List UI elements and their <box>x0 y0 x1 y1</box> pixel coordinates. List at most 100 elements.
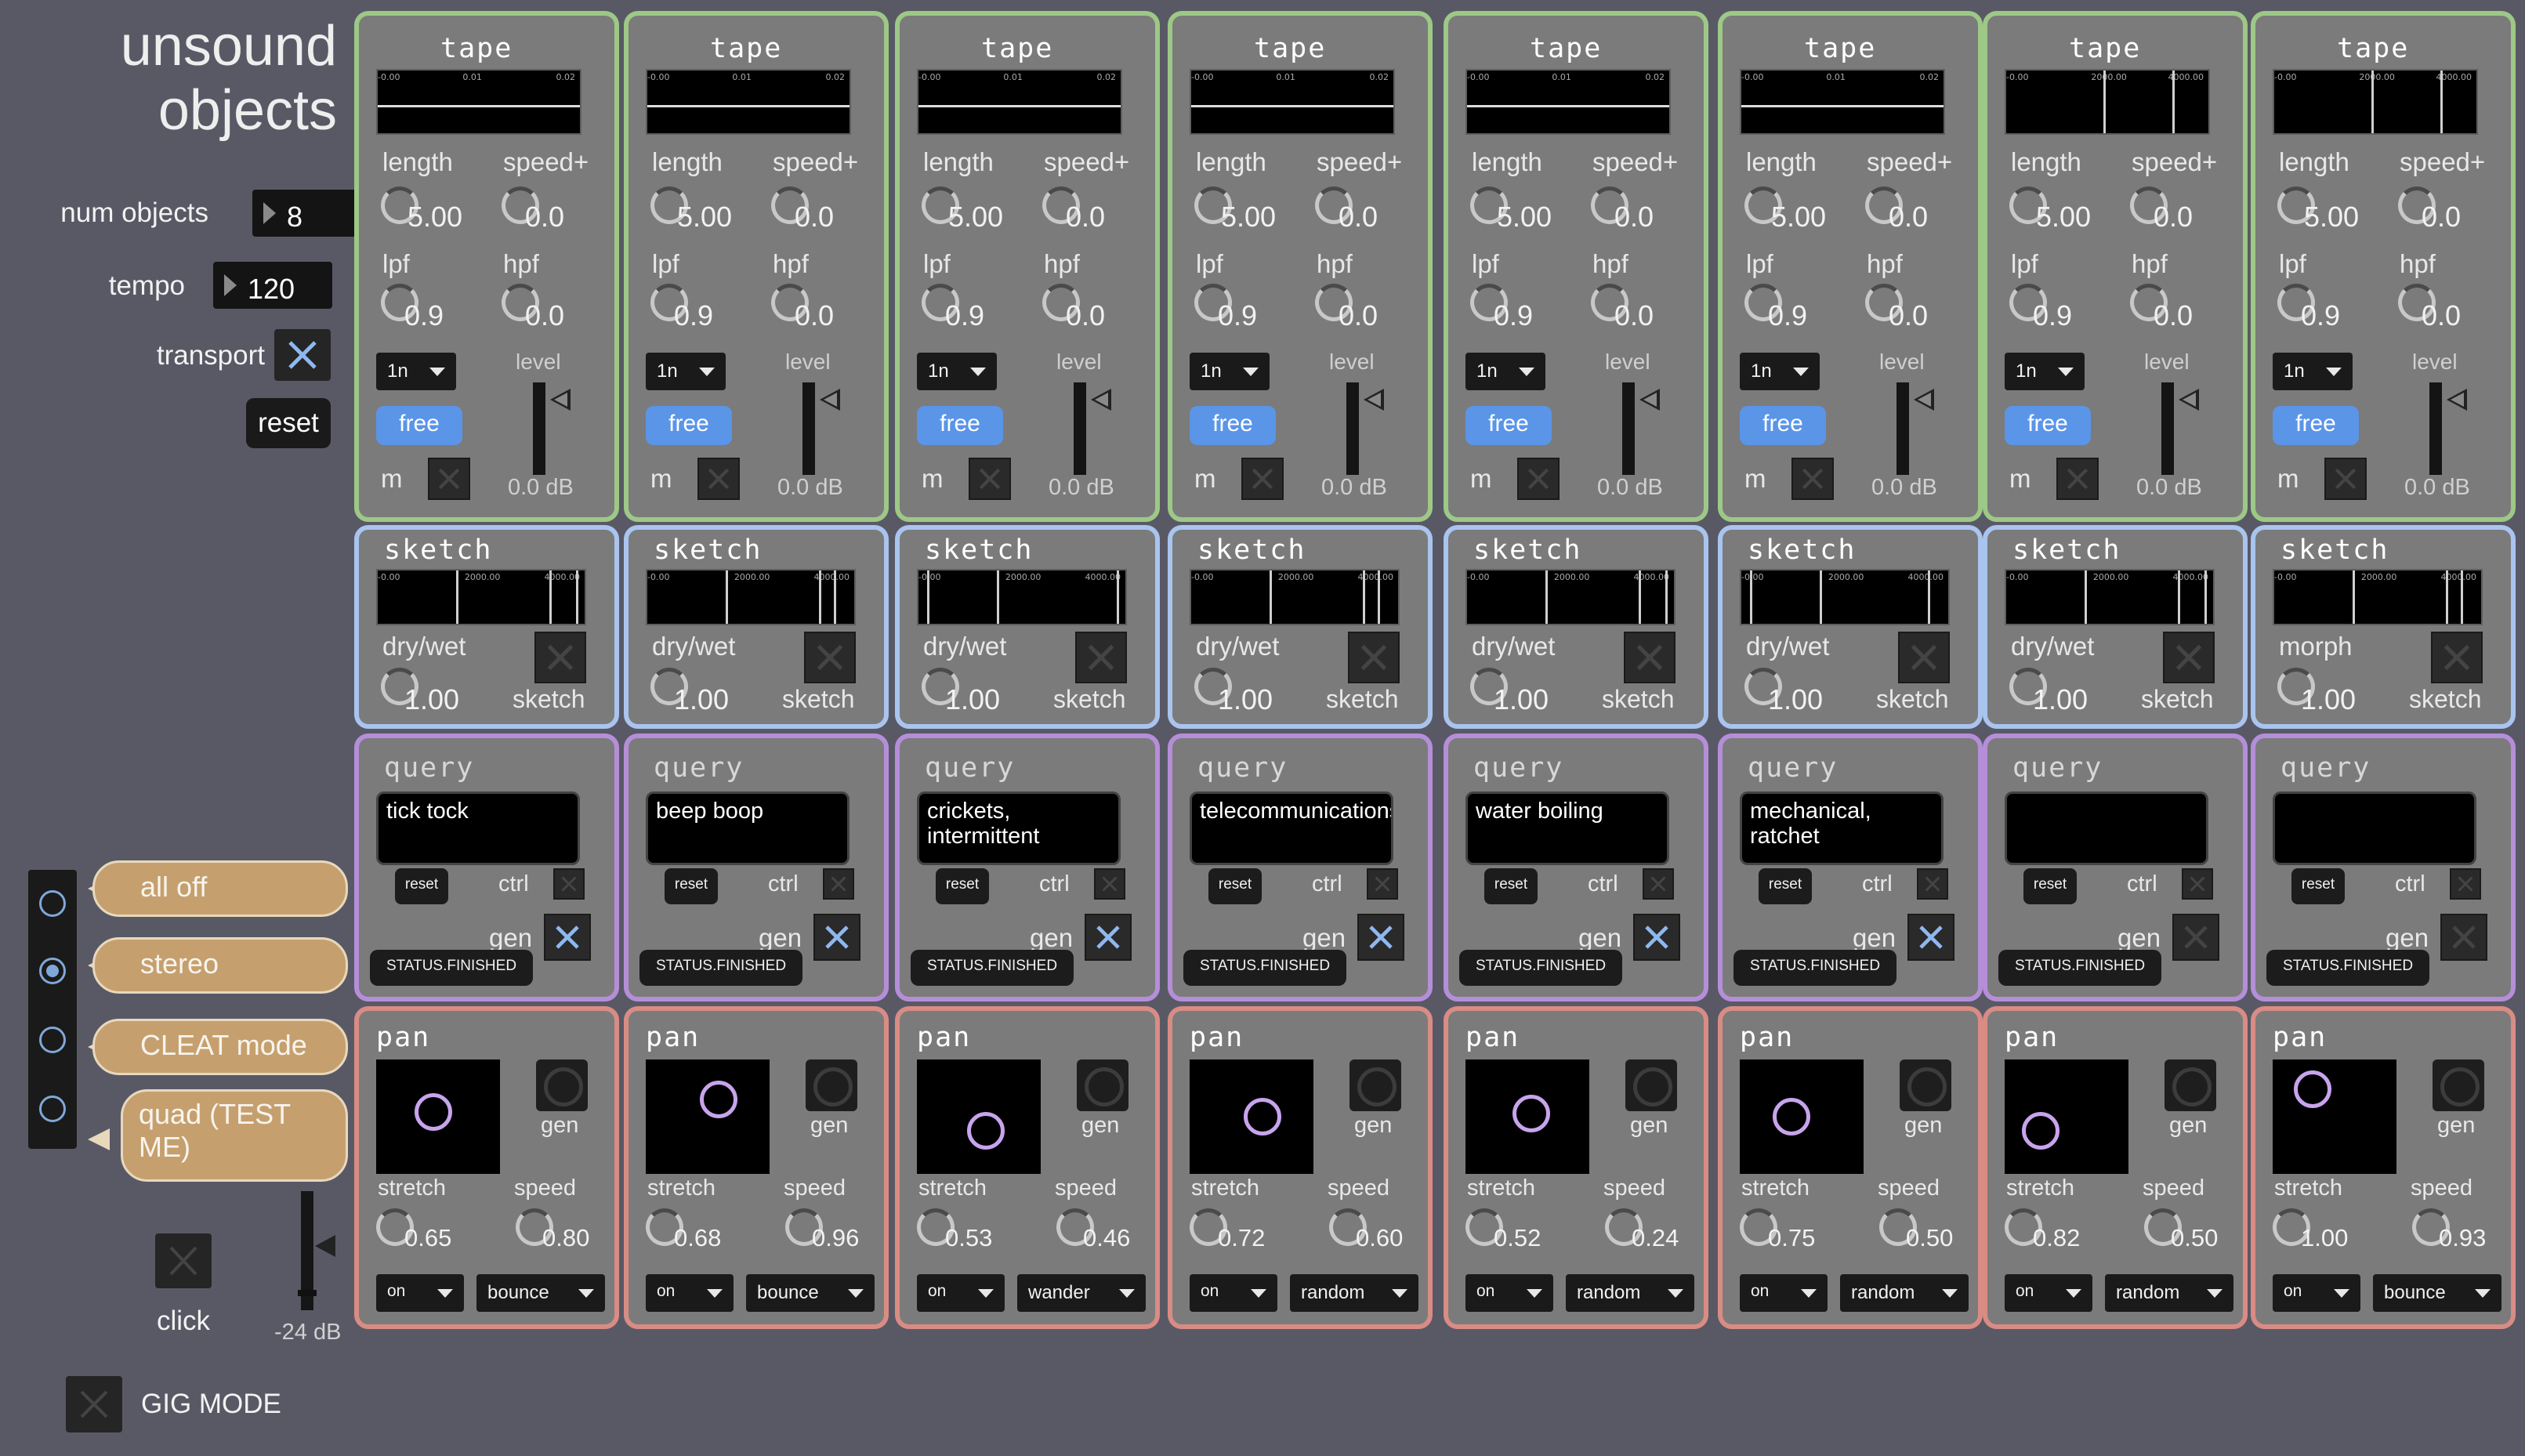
pan-state-dropdown[interactable]: on <box>1465 1274 1553 1312</box>
query-reset-button[interactable]: reset <box>665 868 718 904</box>
gen-toggle[interactable] <box>2172 914 2219 961</box>
pan-state-dropdown[interactable]: on <box>376 1274 464 1312</box>
pan-state-dropdown[interactable]: on <box>2005 1274 2092 1312</box>
tape-waveform-display[interactable]: -0.00 2000.00 4000.00 <box>2273 69 2478 135</box>
query-reset-button[interactable]: reset <box>936 868 989 904</box>
radio-stereo[interactable] <box>39 958 66 984</box>
pan-mode-dropdown[interactable]: wander <box>1017 1274 1146 1312</box>
query-reset-button[interactable]: reset <box>1208 868 1262 904</box>
level-fader[interactable] <box>1896 382 1934 475</box>
rate-dropdown[interactable]: 1n <box>2273 353 2353 390</box>
mute-toggle[interactable] <box>1791 458 1834 500</box>
gen-toggle[interactable] <box>1085 914 1132 961</box>
sketch-toggle[interactable] <box>1075 632 1127 683</box>
mute-toggle[interactable] <box>2324 458 2367 500</box>
ctrl-toggle[interactable] <box>1643 868 1674 900</box>
level-fader[interactable] <box>533 382 571 475</box>
free-button[interactable]: free <box>646 406 732 445</box>
query-text-input[interactable] <box>2273 791 2476 865</box>
sketch-toggle[interactable] <box>2163 632 2215 683</box>
pan-mode-dropdown[interactable]: random <box>1566 1274 1694 1312</box>
pan-position-dot[interactable] <box>967 1111 1005 1150</box>
free-button[interactable]: free <box>1740 406 1826 445</box>
reset-button[interactable]: reset <box>246 398 331 448</box>
mute-toggle[interactable] <box>969 458 1011 500</box>
click-toggle[interactable] <box>155 1233 212 1288</box>
pan-state-dropdown[interactable]: on <box>1190 1274 1277 1312</box>
pan-state-dropdown[interactable]: on <box>917 1274 1005 1312</box>
free-button[interactable]: free <box>376 406 462 445</box>
tape-waveform-display[interactable]: -0.00 0.01 0.02 <box>1465 69 1671 135</box>
transport-toggle[interactable] <box>274 329 331 381</box>
pan-gen-button[interactable] <box>1077 1059 1128 1111</box>
pan-xy-pad[interactable] <box>1740 1059 1864 1174</box>
radio-cleat-mode[interactable] <box>39 1027 66 1053</box>
pan-gen-button[interactable] <box>1625 1059 1677 1111</box>
gen-toggle[interactable] <box>2440 914 2487 961</box>
sketch-toggle[interactable] <box>1624 632 1675 683</box>
pan-mode-dropdown[interactable]: random <box>1290 1274 1418 1312</box>
sketch-spectrum-display[interactable]: -0.00 2000.00 4000.00 <box>646 569 856 625</box>
query-text-input[interactable]: beep boop <box>646 791 850 865</box>
sketch-toggle[interactable] <box>2431 632 2483 683</box>
pan-state-dropdown[interactable]: on <box>2273 1274 2360 1312</box>
pan-position-dot[interactable] <box>414 1093 452 1132</box>
tape-waveform-display[interactable]: -0.00 0.01 0.02 <box>1740 69 1945 135</box>
sketch-spectrum-display[interactable]: -0.00 2000.00 4000.00 <box>1465 569 1675 625</box>
ctrl-toggle[interactable] <box>1367 868 1398 900</box>
ctrl-toggle[interactable] <box>1094 868 1125 900</box>
pan-mode-dropdown[interactable]: bounce <box>746 1274 875 1312</box>
sketch-spectrum-display[interactable]: -0.00 2000.00 4000.00 <box>1190 569 1400 625</box>
pan-position-dot[interactable] <box>700 1081 738 1119</box>
pan-xy-pad[interactable] <box>2273 1059 2396 1174</box>
query-reset-button[interactable]: reset <box>395 868 448 904</box>
pan-mode-dropdown[interactable]: random <box>1840 1274 1969 1312</box>
rate-dropdown[interactable]: 1n <box>1465 353 1545 390</box>
ctrl-toggle[interactable] <box>2450 868 2481 900</box>
pan-xy-pad[interactable] <box>376 1059 500 1174</box>
pan-position-dot[interactable] <box>1773 1098 1811 1135</box>
free-button[interactable]: free <box>1190 406 1276 445</box>
rate-dropdown[interactable]: 1n <box>646 353 726 390</box>
tape-waveform-display[interactable]: -0.00 2000.00 4000.00 <box>2005 69 2210 135</box>
query-reset-button[interactable]: reset <box>1759 868 1812 904</box>
query-reset-button[interactable]: reset <box>1484 868 1538 904</box>
mute-toggle[interactable] <box>1241 458 1284 500</box>
pan-position-dot[interactable] <box>2021 1111 2059 1150</box>
ctrl-toggle[interactable] <box>553 868 585 900</box>
mute-toggle[interactable] <box>1517 458 1560 500</box>
ctrl-toggle[interactable] <box>2182 868 2213 900</box>
query-text-input[interactable]: water boiling <box>1465 791 1669 865</box>
pan-gen-button[interactable] <box>2433 1059 2484 1111</box>
pan-gen-button[interactable] <box>536 1059 588 1111</box>
pan-xy-pad[interactable] <box>917 1059 1041 1174</box>
query-reset-button[interactable]: reset <box>2023 868 2077 904</box>
free-button[interactable]: free <box>2273 406 2359 445</box>
level-fader[interactable] <box>802 382 840 475</box>
rate-dropdown[interactable]: 1n <box>2005 353 2085 390</box>
pan-xy-pad[interactable] <box>646 1059 770 1174</box>
radio-quad[interactable] <box>39 1096 66 1122</box>
pan-mode-dropdown[interactable]: random <box>2105 1274 2233 1312</box>
gen-toggle[interactable] <box>1357 914 1404 961</box>
pan-state-dropdown[interactable]: on <box>646 1274 734 1312</box>
ctrl-toggle[interactable] <box>823 868 854 900</box>
sketch-spectrum-display[interactable]: -0.00 2000.00 4000.00 <box>1740 569 1950 625</box>
sketch-spectrum-display[interactable]: -0.00 2000.00 4000.00 <box>917 569 1127 625</box>
sketch-spectrum-display[interactable]: -0.00 2000.00 4000.00 <box>2005 569 2215 625</box>
query-reset-button[interactable]: reset <box>2291 868 2345 904</box>
radio-all-off[interactable] <box>39 890 66 917</box>
ctrl-toggle[interactable] <box>1917 868 1948 900</box>
query-text-input[interactable]: tick tock <box>376 791 580 865</box>
pan-position-dot[interactable] <box>1512 1094 1550 1132</box>
sketch-spectrum-display[interactable]: -0.00 2000.00 4000.00 <box>2273 569 2483 625</box>
pan-gen-button[interactable] <box>1900 1059 1951 1111</box>
query-text-input[interactable]: mechanical, ratchet <box>1740 791 1944 865</box>
rate-dropdown[interactable]: 1n <box>1740 353 1820 390</box>
sketch-spectrum-display[interactable]: -0.00 2000.00 4000.00 <box>376 569 586 625</box>
level-fader[interactable] <box>2429 382 2467 475</box>
pan-gen-button[interactable] <box>1349 1059 1401 1111</box>
tempo-input[interactable]: 120 <box>213 262 332 309</box>
mute-toggle[interactable] <box>428 458 470 500</box>
gen-toggle[interactable] <box>544 914 591 961</box>
